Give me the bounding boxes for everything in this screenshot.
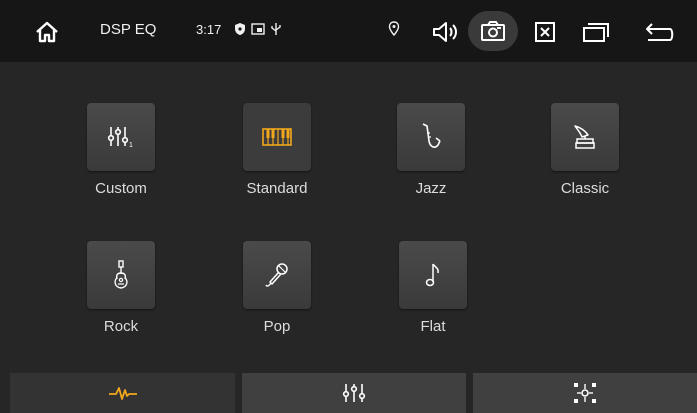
recent-apps-button[interactable] [576, 14, 616, 50]
gramophone-icon [574, 125, 595, 149]
close-app-icon [535, 22, 555, 42]
preset-label: Jazz [415, 180, 447, 197]
back-icon [646, 23, 674, 41]
app-title: DSP EQ [100, 21, 157, 38]
volume-icon [433, 22, 457, 42]
guitar-icon [114, 260, 128, 289]
preset-standard-button[interactable] [243, 103, 311, 171]
saxophone-icon [422, 123, 441, 148]
eq-sliders-tab[interactable] [242, 373, 466, 413]
preset-label: Classic [560, 180, 610, 197]
speaker-position-icon [574, 383, 596, 403]
location-icon [386, 19, 402, 39]
preset-label: Rock [103, 318, 139, 335]
clock: 3:17 [196, 22, 222, 37]
shield-icon [232, 20, 248, 38]
screenshot-icon [481, 21, 505, 41]
status-bar: DSP EQ 3:17 [0, 0, 697, 62]
sliders-icon [342, 384, 366, 402]
usb-icon [268, 20, 284, 38]
screenshot-button[interactable] [468, 11, 518, 51]
eq-waveform-tab[interactable] [10, 373, 235, 413]
bottom-tab-bar [0, 373, 697, 413]
volume-button[interactable] [426, 14, 466, 50]
home-icon [36, 21, 58, 43]
svg-text:1: 1 [129, 142, 133, 149]
close-app-button[interactable] [526, 14, 564, 50]
cast-icon [250, 20, 266, 38]
back-button[interactable] [638, 14, 682, 50]
home-button[interactable] [28, 14, 66, 50]
preset-jazz-button[interactable] [397, 103, 465, 171]
preset-rock-button[interactable] [87, 241, 155, 309]
sliders-icon: 1 [107, 127, 133, 149]
waveform-icon [108, 387, 137, 400]
preset-custom-button[interactable]: 1 [87, 103, 155, 171]
preset-classic-button[interactable] [551, 103, 619, 171]
preset-pop-button[interactable] [243, 241, 311, 309]
sound-field-tab[interactable] [473, 373, 697, 413]
preset-label: Custom [95, 180, 147, 197]
preset-flat-button[interactable] [399, 241, 467, 309]
recent-apps-icon [583, 23, 609, 42]
preset-label: Pop [263, 318, 291, 335]
music-note-icon [425, 263, 439, 287]
microphone-icon [265, 263, 288, 287]
preset-label: Flat [420, 318, 446, 335]
preset-label: Standard [246, 180, 308, 197]
piano-icon [262, 128, 292, 146]
